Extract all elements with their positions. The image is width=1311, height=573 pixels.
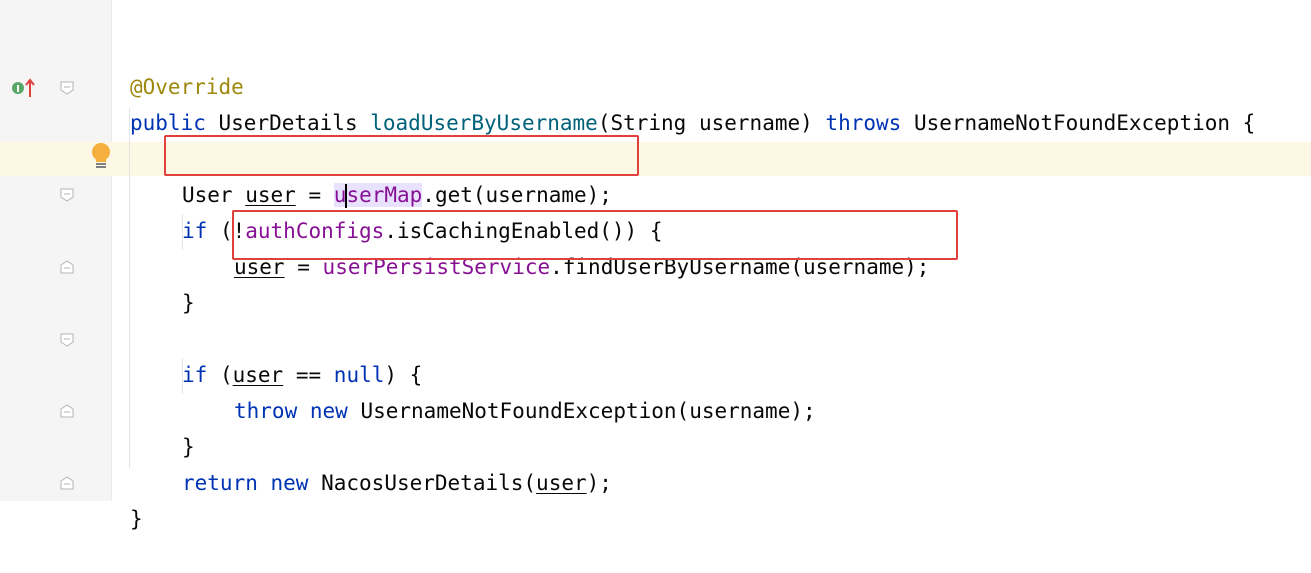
return-type: UserDetails: [218, 111, 358, 135]
keyword: public: [130, 111, 206, 135]
editor-gutter: [0, 0, 112, 501]
closing-brace: }: [130, 507, 143, 531]
fold-method-icon[interactable]: [60, 81, 74, 95]
fold-if-icon[interactable]: [60, 333, 74, 347]
fold-end-method-icon[interactable]: [60, 476, 74, 490]
fold-end-if-icon[interactable]: [60, 404, 74, 418]
code-line: }: [112, 393, 1311, 459]
exception-type: UsernameNotFoundException {: [913, 111, 1256, 135]
fold-end-if-icon[interactable]: [60, 260, 74, 274]
fold-if-icon[interactable]: [60, 188, 74, 202]
code-line: public UserDetails loadUserByUsername(St…: [112, 69, 1311, 135]
code-line: @Override: [112, 33, 1311, 99]
lightbulb-icon[interactable]: [90, 142, 112, 172]
highlight-box-find-user: [232, 210, 958, 260]
keyword: throws: [825, 111, 902, 135]
code-line: if (!authConfigs.isCachingEnabled()) {: [112, 177, 1311, 243]
code-line: throw new UsernameNotFoundException(user…: [112, 357, 1311, 423]
highlight-box-usermap-get: [164, 135, 639, 176]
closing-brace: }: [182, 291, 195, 315]
implements-letter: I: [16, 84, 20, 95]
code-line: return new NacosUserDetails(user);: [112, 429, 1311, 495]
code-line: }: [112, 465, 1311, 531]
parameters: (String username): [597, 111, 813, 135]
implements-method-icon[interactable]: I: [11, 77, 37, 99]
code-line: if (user == null) {: [112, 321, 1311, 387]
method-name: loadUserByUsername: [370, 111, 598, 135]
